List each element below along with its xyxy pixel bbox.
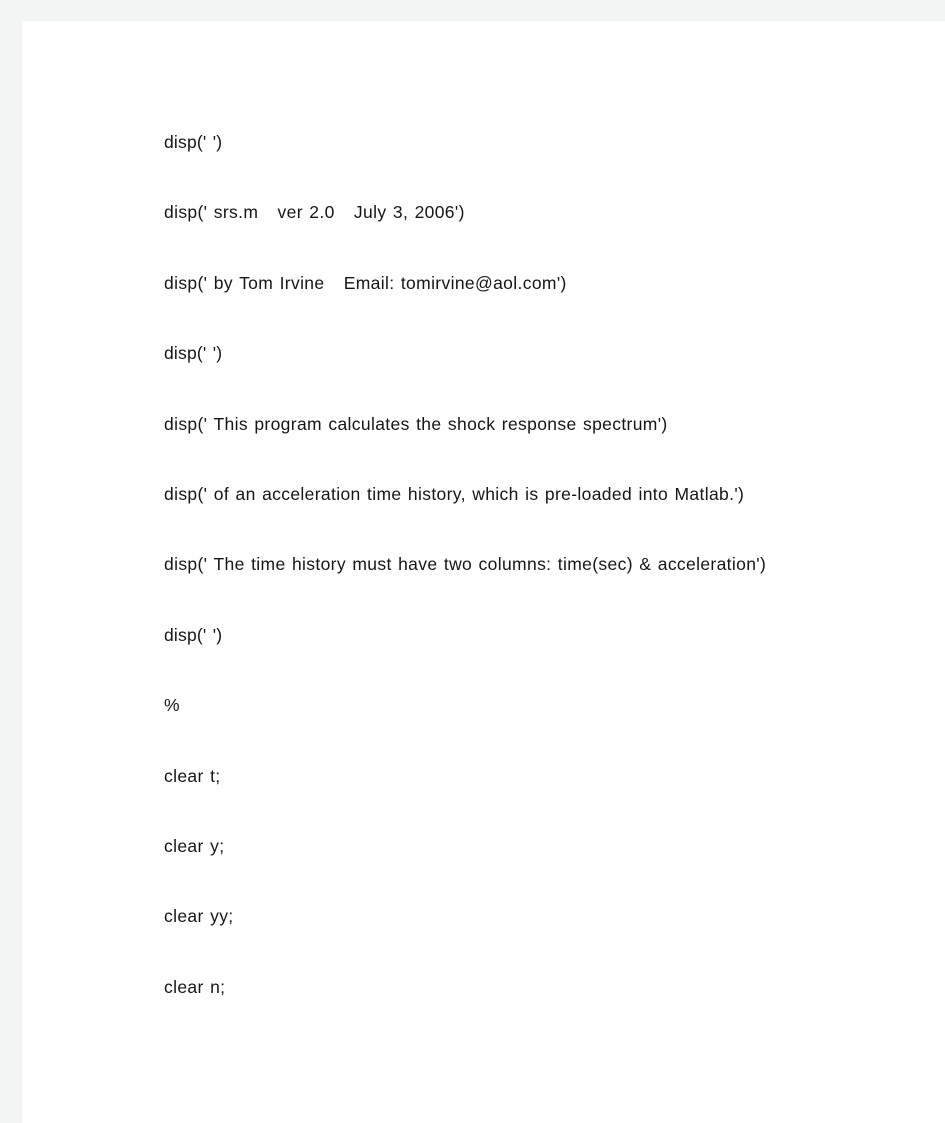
code-line: disp(' ') — [164, 343, 223, 364]
page-canvas: disp(' ') disp(' srs.m ver 2.0 July 3, 2… — [0, 0, 945, 1123]
document-page-sheet: disp(' ') disp(' srs.m ver 2.0 July 3, 2… — [22, 21, 945, 1123]
code-line: clear y; — [164, 835, 225, 856]
code-line: disp(' by Tom Irvine Email: tomirvine@ao… — [164, 272, 567, 293]
code-line: clear t; — [164, 765, 221, 786]
code-line: disp(' This program calculates the shock… — [164, 413, 668, 434]
code-line: disp(' of an acceleration time history, … — [164, 483, 745, 504]
code-line: clear n; — [164, 976, 226, 997]
code-line: disp(' ') — [164, 624, 223, 645]
code-line: % — [164, 695, 180, 716]
code-line: disp(' srs.m ver 2.0 July 3, 2006') — [164, 202, 465, 223]
code-line: disp(' The time history must have two co… — [164, 554, 767, 575]
code-line: clear yy; — [164, 906, 234, 927]
code-listing: disp(' ') disp(' srs.m ver 2.0 July 3, 2… — [164, 107, 924, 1022]
code-line: disp(' ') — [164, 132, 223, 152]
